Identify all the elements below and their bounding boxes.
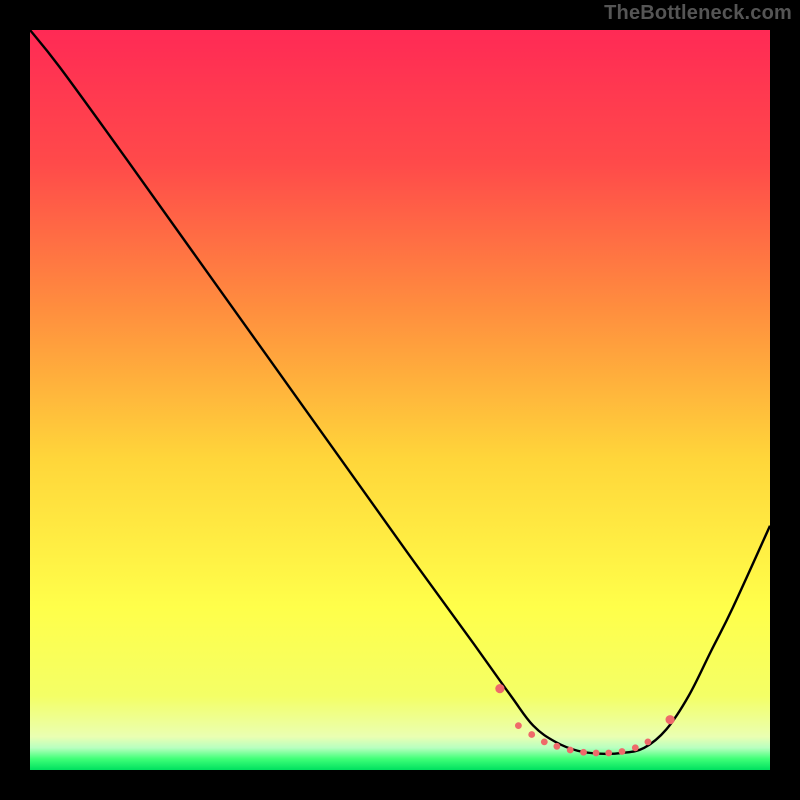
plot-area (30, 30, 770, 770)
chart-container: TheBottleneck.com (0, 0, 800, 800)
marker-point (645, 738, 652, 745)
watermark-text: TheBottleneck.com (604, 2, 792, 25)
marker-point (541, 738, 548, 745)
marker-point (593, 750, 600, 757)
marker-point (495, 684, 504, 693)
marker-point (567, 747, 574, 754)
marker-point (605, 750, 612, 757)
marker-point (632, 744, 639, 751)
marker-point (666, 715, 675, 724)
marker-point (515, 722, 522, 729)
gradient-background (30, 30, 770, 770)
marker-point (580, 749, 587, 756)
marker-point (528, 731, 535, 738)
chart-svg (30, 30, 770, 770)
marker-point (553, 743, 560, 750)
marker-point (619, 748, 626, 755)
